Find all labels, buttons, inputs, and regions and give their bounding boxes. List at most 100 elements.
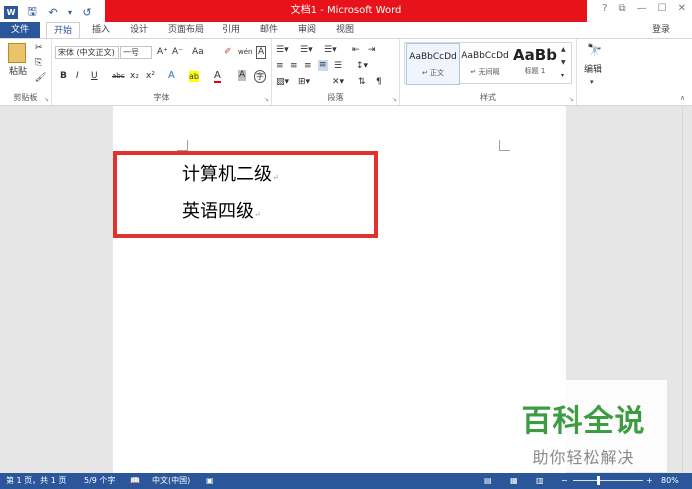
status-bar: 第 1 页，共 1 页 5/9 个字 📖 中文(中国) ▣ ▤ ▦ ▥ − + … [0, 473, 692, 489]
phonetic-guide-button[interactable]: wén [238, 47, 252, 58]
read-mode-icon[interactable]: ▤ [484, 473, 492, 489]
save-icon[interactable]: 🖫 [25, 3, 39, 22]
undo-dropdown-icon[interactable]: ▾ [67, 8, 73, 17]
undo-icon[interactable]: ↶ [46, 6, 60, 19]
shading-icon[interactable]: ▧▾ [276, 77, 289, 88]
margin-corner-top-left [177, 140, 188, 151]
find-binoculars-icon[interactable]: 🔭 [587, 44, 602, 56]
grow-font-button[interactable]: A⁺ [157, 47, 168, 58]
line-spacing-icon[interactable]: ↕▾ [356, 61, 368, 72]
enclose-characters-button[interactable]: 字 [254, 70, 266, 83]
watermark: 百科全说 助你轻松解决 [500, 380, 667, 472]
numbering-icon[interactable]: ☰▾ [300, 45, 313, 56]
paragraph-launcher-icon[interactable]: ↘ [392, 96, 397, 103]
styles-scroll-up-icon[interactable]: ▲ [561, 44, 566, 55]
increase-indent-icon[interactable]: ⇥ [368, 45, 376, 56]
align-center-icon[interactable]: ≡ [290, 61, 298, 72]
print-layout-icon[interactable]: ▦ [510, 473, 518, 489]
tab-references[interactable]: 引用 [218, 22, 244, 38]
font-color-button[interactable]: A [214, 70, 221, 83]
tab-view[interactable]: 视图 [332, 22, 358, 38]
redo-icon[interactable]: ↺ [80, 6, 94, 19]
chinese-layout-icon[interactable]: ✕▾ [332, 77, 344, 88]
shrink-font-button[interactable]: A⁻ [172, 47, 183, 58]
zoom-slider-thumb[interactable] [597, 476, 600, 485]
font-group: 宋体 (中文正文) 一号 A⁺ A⁻ Aa ✐ wén A B I U abc … [52, 39, 272, 105]
character-border-button[interactable]: A [256, 46, 267, 59]
zoom-slider[interactable] [573, 480, 643, 481]
tab-layout[interactable]: 页面布局 [164, 22, 208, 38]
text-effects-button[interactable]: A [168, 70, 175, 81]
ribbon-tabs: 文件 开始 插入 设计 页面布局 引用 邮件 审阅 视图 登录 [0, 22, 692, 38]
proofing-icon[interactable]: 📖 [130, 473, 140, 489]
cut-icon[interactable]: ✂ [35, 43, 43, 54]
ribbon-display-options-icon[interactable]: ⧉ [619, 3, 626, 14]
copy-icon[interactable]: ⎘ [35, 58, 42, 69]
collapse-ribbon-icon[interactable]: ∧ [680, 93, 685, 104]
close-icon[interactable]: ✕ [678, 3, 686, 14]
vertical-scrollbar[interactable] [682, 106, 692, 473]
bullets-icon[interactable]: ☰▾ [276, 45, 289, 56]
tab-insert[interactable]: 插入 [86, 22, 116, 38]
minimize-icon[interactable]: — [637, 3, 647, 14]
decrease-indent-icon[interactable]: ⇤ [352, 45, 360, 56]
style-no-spacing[interactable]: AaBbCcDd ↵ 无间隔 [459, 43, 511, 83]
tab-design[interactable]: 设计 [124, 22, 154, 38]
clear-format-button[interactable]: ✐ [224, 47, 232, 58]
word-count-status[interactable]: 5/9 个字 [84, 473, 115, 489]
underline-button[interactable]: U [91, 71, 98, 82]
paste-icon[interactable] [8, 43, 26, 63]
subscript-button[interactable]: x₂ [130, 71, 139, 82]
clipboard-launcher-icon[interactable]: ↘ [44, 96, 49, 103]
paste-button[interactable]: 粘贴 [9, 67, 27, 78]
title-bar: W 🖫 ↶ ▾ ↺ ▾ 文档1 - Microsoft Word ? ⧉ — ☐… [0, 0, 692, 22]
zoom-level[interactable]: 80% [661, 473, 679, 489]
sort-icon[interactable]: ⇅ [358, 77, 366, 88]
watermark-subtitle: 助你轻松解决 [532, 448, 635, 467]
clipboard-group: 粘贴 ✂ ⎘ 🖌 剪贴板 ↘ [0, 39, 52, 105]
paragraph-group: ☰▾ ☰▾ ☰▾ ⇤ ⇥ ≡ ≡ ≡ ≡ ☰ ↕▾ ▧▾ ⊞▾ ✕▾ ⇅ ¶ 段… [272, 39, 400, 105]
highlight-button[interactable]: ab [189, 71, 199, 82]
styles-more-icon[interactable]: ▾ [561, 70, 564, 81]
tab-review[interactable]: 审阅 [294, 22, 320, 38]
bold-button[interactable]: B [60, 71, 67, 82]
font-size-dropdown[interactable]: 一号 [120, 46, 152, 59]
style-normal[interactable]: AaBbCcDd ↵ 正文 [406, 43, 460, 85]
editing-group: 🔭 编辑 ▾ [577, 39, 611, 105]
italic-button[interactable]: I [76, 71, 79, 82]
show-marks-icon[interactable]: ¶ [376, 77, 382, 88]
tab-home[interactable]: 开始 [46, 22, 80, 38]
font-launcher-icon[interactable]: ↘ [264, 96, 269, 103]
macro-record-icon[interactable]: ▣ [206, 473, 214, 489]
font-name-dropdown[interactable]: 宋体 (中文正文) [55, 46, 119, 59]
web-layout-icon[interactable]: ▥ [536, 473, 544, 489]
page-count-status[interactable]: 第 1 页，共 1 页 [6, 473, 66, 489]
strikethrough-button[interactable]: abc [112, 71, 125, 82]
help-icon[interactable]: ? [602, 3, 607, 14]
tab-file[interactable]: 文件 [0, 22, 40, 38]
borders-icon[interactable]: ⊞▾ [298, 77, 310, 88]
change-case-button[interactable]: Aa [192, 47, 204, 58]
distributed-icon[interactable]: ☰ [334, 61, 342, 72]
align-left-icon[interactable]: ≡ [276, 61, 284, 72]
tab-mailings[interactable]: 邮件 [256, 22, 282, 38]
highlight-annotation-box [113, 151, 378, 238]
superscript-button[interactable]: x² [146, 71, 155, 82]
styles-launcher-icon[interactable]: ↘ [569, 96, 574, 103]
multilevel-list-icon[interactable]: ☰▾ [324, 45, 337, 56]
style-heading-1-name: 标题 1 [524, 67, 546, 75]
maximize-icon[interactable]: ☐ [658, 3, 667, 14]
align-right-icon[interactable]: ≡ [304, 61, 312, 72]
style-heading-1[interactable]: AaBb 标题 1 [511, 43, 559, 83]
zoom-out-button[interactable]: − [561, 473, 568, 489]
zoom-in-button[interactable]: + [646, 473, 653, 489]
editing-dropdown-icon[interactable]: ▾ [590, 77, 594, 88]
login-link[interactable]: 登录 [652, 22, 670, 38]
format-painter-icon[interactable]: 🖌 [35, 73, 46, 84]
word-logo-icon: W [4, 6, 18, 19]
language-status[interactable]: 中文(中国) [152, 473, 190, 489]
justify-icon[interactable]: ≡ [318, 60, 328, 71]
styles-scroll-down-icon[interactable]: ▼ [561, 57, 566, 68]
editing-button[interactable]: 编辑 [584, 65, 602, 76]
character-shading-button[interactable]: A [238, 70, 247, 81]
